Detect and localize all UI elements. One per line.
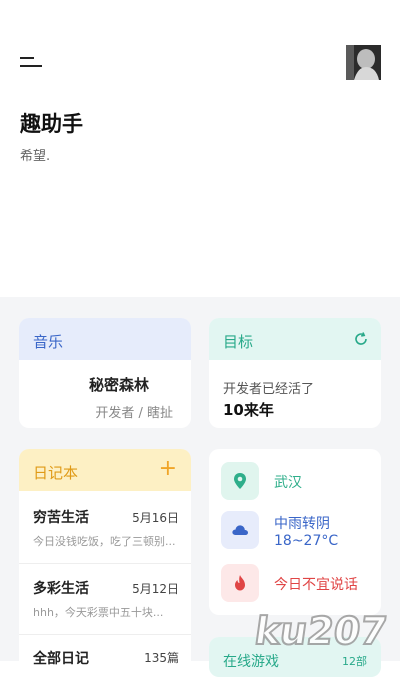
- refresh-icon[interactable]: [353, 331, 369, 347]
- cloud-icon: [221, 511, 259, 549]
- diary-entry[interactable]: 穷苦生活 5月16日 今日没钱吃饭，吃了三顿别...: [19, 493, 191, 561]
- diary-card: 日记本 + 穷苦生活 5月16日 今日没钱吃饭，吃了三顿别... 多彩生活 5月…: [19, 449, 191, 679]
- diary-entry-snippet: 今日没钱吃饭，吃了三顿别...: [33, 535, 176, 548]
- song-title: 秘密森林: [89, 376, 150, 394]
- goal-text: 开发者已经活了: [223, 382, 315, 397]
- diary-entry-date: 5月12日: [132, 582, 179, 596]
- music-card[interactable]: 音乐 秘密森林 开发者 / 瞎扯: [19, 318, 191, 428]
- diary-entry-snippet: hhh，今天彩票中五十块...: [33, 606, 164, 619]
- flame-icon: [221, 564, 259, 602]
- games-count: 12部: [342, 655, 367, 668]
- menu-icon[interactable]: [20, 56, 44, 72]
- music-card-header: 音乐: [19, 318, 191, 360]
- weather-description: 中雨转阴: [274, 516, 330, 532]
- diary-entry-title: 穷苦生活: [33, 510, 89, 526]
- song-artist: 开发者 / 瞎扯: [95, 406, 173, 421]
- all-diaries-label: 全部日记: [33, 651, 89, 667]
- daily-note-row[interactable]: 今日不宜说话: [221, 564, 376, 602]
- diary-entry-title: 多彩生活: [33, 581, 89, 597]
- info-card: 武汉 中雨转阴 18~27°C 今日不宜说话: [209, 449, 381, 615]
- music-card-title: 音乐: [33, 333, 64, 351]
- weather-row[interactable]: 中雨转阴 18~27°C: [221, 511, 376, 549]
- goal-card[interactable]: 目标 开发者已经活了 10来年: [209, 318, 381, 428]
- diary-entry[interactable]: 多彩生活 5月12日 hhh，今天彩票中五十块...: [19, 563, 191, 632]
- all-diaries-count: 135篇: [144, 651, 179, 665]
- diary-entry-date: 5月16日: [132, 511, 179, 525]
- location-text: 武汉: [274, 475, 302, 491]
- avatar[interactable]: [346, 45, 381, 80]
- dashboard: 音乐 秘密森林 开发者 / 瞎扯 目标 开发者已经活了 10来年 日记本 + 穷…: [0, 297, 400, 679]
- header: 趣助手 希望.: [0, 0, 400, 297]
- all-diaries-link[interactable]: 全部日记 135篇: [19, 634, 191, 675]
- games-card-header: 在线游戏 12部: [209, 637, 381, 677]
- games-card-title: 在线游戏: [223, 654, 279, 670]
- weather-temperature: 18~27°C: [274, 533, 339, 549]
- games-card[interactable]: 在线游戏 12部: [209, 637, 381, 677]
- goal-value: 10来年: [223, 401, 274, 419]
- diary-card-title: 日记本: [33, 464, 79, 482]
- daily-note-text: 今日不宜说话: [274, 577, 358, 593]
- app-title: 趣助手: [20, 112, 83, 136]
- goal-card-header: 目标: [209, 318, 381, 360]
- app-subtitle: 希望.: [20, 149, 51, 164]
- goal-card-title: 目标: [223, 333, 254, 351]
- add-diary-button[interactable]: +: [159, 457, 177, 481]
- location-row[interactable]: 武汉: [221, 462, 376, 500]
- location-pin-icon: [221, 462, 259, 500]
- diary-card-header: 日记本 +: [19, 449, 191, 491]
